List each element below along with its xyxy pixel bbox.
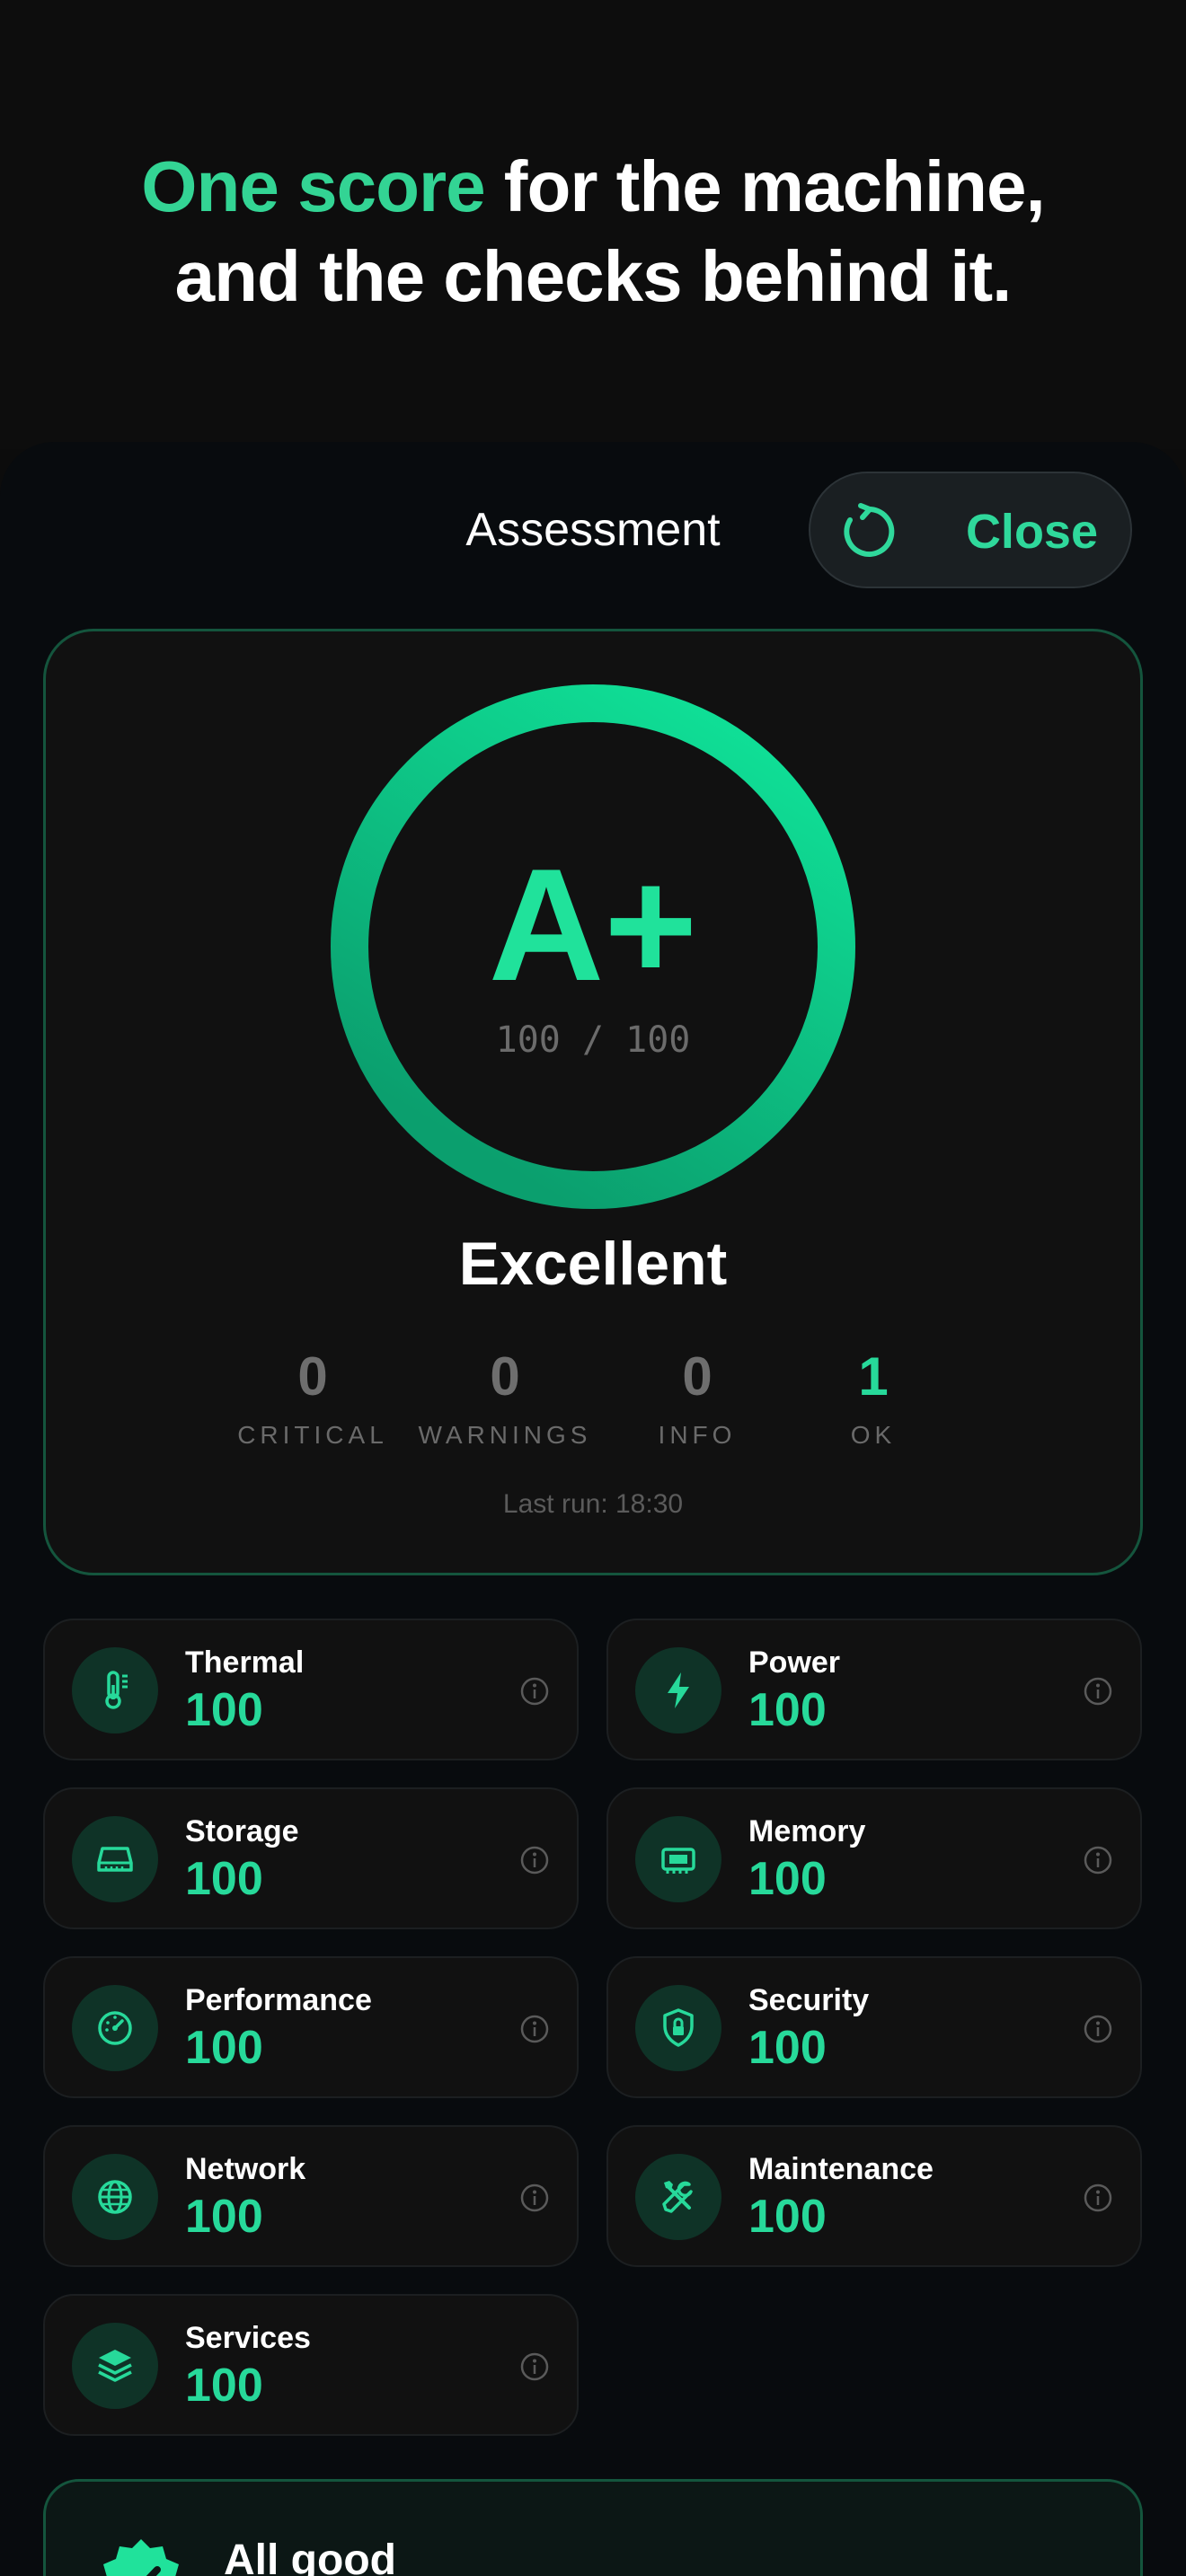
info-icon[interactable] (519, 1676, 550, 1707)
stat-ok-value: 1 (858, 1346, 889, 1407)
shield-lock-icon (663, 2008, 694, 2047)
headline-line2: and the checks behind it. (174, 236, 1013, 316)
banner-label: All good (224, 2536, 396, 2576)
category-performance[interactable]: Performance 100 (43, 1956, 579, 2098)
stat-warnings-label: WARNINGS (418, 1421, 592, 1449)
category-name: Storage (185, 1814, 299, 1848)
info-icon[interactable] (519, 1845, 550, 1875)
info-icon[interactable] (519, 2351, 550, 2382)
headline: One score for the machine, and the check… (0, 142, 1186, 322)
all-good-banner: All good (43, 2479, 1143, 2576)
stat-critical-value: 0 (297, 1346, 328, 1407)
category-name: Network (185, 2152, 306, 2186)
thermometer-icon (105, 1671, 128, 1709)
category-thermal[interactable]: Thermal 100 (43, 1619, 579, 1760)
info-icon[interactable] (1083, 1676, 1113, 1707)
grade: A+ (488, 835, 698, 1014)
info-icon[interactable] (1083, 2014, 1113, 2044)
category-score: 100 (748, 1684, 827, 1736)
globe-icon (98, 2180, 132, 2214)
headline-accent: One score (141, 146, 485, 226)
status-label: Excellent (458, 1230, 728, 1298)
category-name: Power (748, 1645, 841, 1680)
stat-info-value: 0 (682, 1346, 712, 1407)
category-memory[interactable]: Memory 100 (606, 1787, 1142, 1929)
category-storage[interactable]: Storage 100 (43, 1787, 579, 1929)
drive-icon (97, 1847, 133, 1872)
category-network[interactable]: Network 100 (43, 2125, 579, 2267)
category-score: 100 (185, 2022, 263, 2074)
stat-info: 0 INFO (598, 1345, 796, 1450)
category-name: Thermal (185, 1645, 305, 1680)
stat-warnings-value: 0 (490, 1346, 520, 1407)
gauge-icon (98, 2011, 132, 2045)
category-score: 100 (185, 2360, 263, 2412)
score-text: 100 / 100 (495, 1019, 691, 1061)
info-icon[interactable] (1083, 2183, 1113, 2213)
stat-ok-label: OK (850, 1421, 897, 1449)
nav-title: Assessment (465, 504, 721, 556)
category-maintenance[interactable]: Maintenance 100 (606, 2125, 1142, 2267)
stat-critical: 0 CRITICAL (214, 1345, 412, 1450)
memory-chip-icon (661, 1848, 695, 1874)
category-score: 100 (185, 2191, 263, 2243)
stat-critical-label: CRITICAL (237, 1421, 388, 1449)
category-security[interactable]: Security 100 (606, 1956, 1142, 2098)
category-power[interactable]: Power 100 (606, 1619, 1142, 1760)
close-button[interactable]: Close (809, 472, 1132, 588)
category-score: 100 (748, 2191, 827, 2243)
stat-info-label: INFO (658, 1421, 737, 1449)
category-name: Memory (748, 1814, 866, 1848)
checkmark-seal-icon (103, 2539, 179, 2576)
headline-rest: for the machine, (484, 146, 1046, 226)
info-icon[interactable] (1083, 1845, 1113, 1875)
bolt-icon (668, 1672, 689, 1708)
stat-warnings: 0 WARNINGS (406, 1345, 604, 1450)
category-name: Services (185, 2321, 311, 2355)
close-label: Close (965, 505, 1098, 559)
category-name: Security (748, 1983, 870, 2017)
category-score: 100 (185, 1853, 263, 1905)
category-name: Maintenance (748, 2152, 934, 2186)
refresh-icon[interactable] (837, 500, 900, 563)
tools-icon (662, 2181, 693, 2213)
stack-icon (98, 2350, 132, 2382)
stat-ok: 1 OK (774, 1345, 972, 1450)
category-score: 100 (748, 1853, 827, 1905)
last-run: Last run: 18:30 (502, 1489, 684, 1519)
category-name: Performance (185, 1983, 372, 2017)
info-icon[interactable] (519, 2183, 550, 2213)
category-services[interactable]: Services 100 (43, 2294, 579, 2436)
category-score: 100 (748, 2022, 827, 2074)
info-icon[interactable] (519, 2014, 550, 2044)
category-score: 100 (185, 1684, 263, 1736)
